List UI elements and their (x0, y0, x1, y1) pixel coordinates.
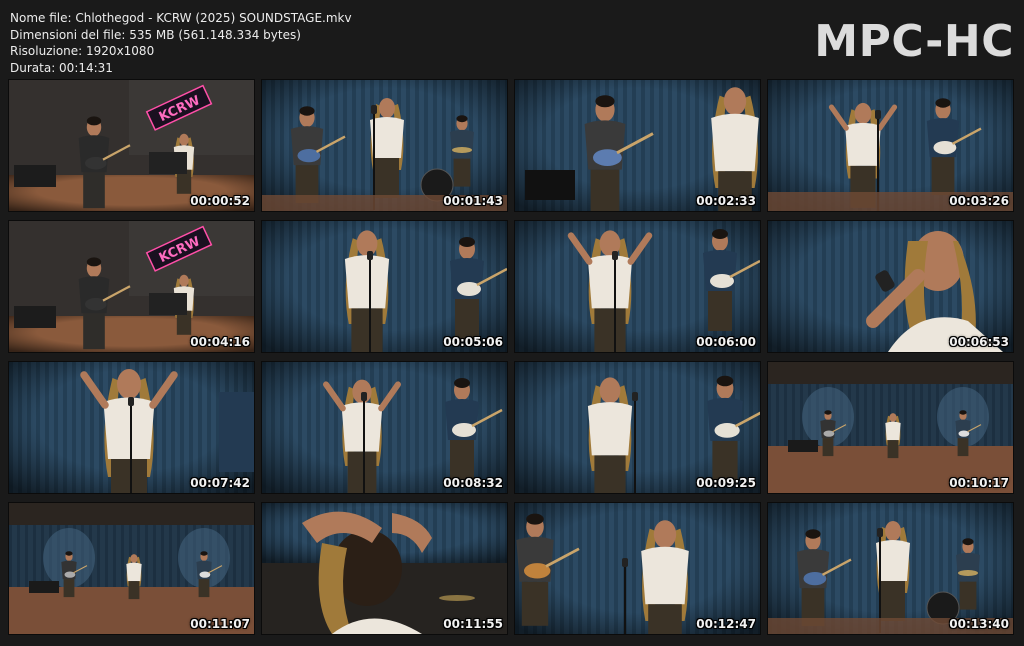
thumbnail-frame-image (262, 362, 507, 493)
thumbnail-frame-image (768, 221, 1013, 352)
video-thumbnail: 00:10:17 (768, 362, 1013, 493)
thumbnail-frame-image (9, 362, 254, 493)
thumbnail-timestamp: 00:02:33 (696, 194, 756, 208)
video-thumbnail: 00:08:32 (262, 362, 507, 493)
thumbnail-timestamp: 00:11:55 (443, 617, 503, 631)
thumbnail-timestamp: 00:05:06 (443, 335, 503, 349)
thumbnail-frame-image (262, 503, 507, 634)
video-thumbnail: 00:03:26 (768, 80, 1013, 211)
thumbnail-timestamp: 00:11:07 (190, 617, 250, 631)
video-thumbnail: 00:11:55 (262, 503, 507, 634)
thumbnail-frame-image (9, 503, 254, 634)
thumbnail-timestamp: 00:09:25 (696, 476, 756, 490)
file-info: Nome file: Chlothegod - KCRW (2025) SOUN… (10, 10, 352, 76)
thumbnail-timestamp: 00:13:40 (949, 617, 1009, 631)
video-thumbnail: KCRW 00:00:52 (9, 80, 254, 211)
thumbnail-frame-image (768, 80, 1013, 211)
thumbnail-frame-image (262, 80, 507, 211)
video-thumbnail: 00:05:06 (262, 221, 507, 352)
thumbnail-frame-image (515, 362, 760, 493)
thumbnail-frame-image (262, 221, 507, 352)
video-thumbnail: 00:06:00 (515, 221, 760, 352)
thumbnail-frame-image: KCRW (9, 221, 254, 352)
video-thumbnail: 00:12:47 (515, 503, 760, 634)
thumbnail-frame-image (515, 503, 760, 634)
video-thumbnail: 00:01:43 (262, 80, 507, 211)
thumbnail-timestamp: 00:07:42 (190, 476, 250, 490)
thumbnail-grid: KCRW 00:00:52 00:01:43 00:02:33 00:03:26 KCRW… (9, 80, 1015, 636)
thumbnail-timestamp: 00:00:52 (190, 194, 250, 208)
file-size: Dimensioni del file: 535 MB (561.148.334… (10, 27, 301, 42)
video-thumbnail: 00:07:42 (9, 362, 254, 493)
file-duration: Durata: 00:14:31 (10, 60, 113, 75)
thumbnail-timestamp: 00:01:43 (443, 194, 503, 208)
thumbnail-timestamp: 00:03:26 (949, 194, 1009, 208)
thumbnail-frame-image (515, 221, 760, 352)
thumbnail-timestamp: 00:04:16 (190, 335, 250, 349)
file-name: Nome file: Chlothegod - KCRW (2025) SOUN… (10, 11, 352, 25)
video-thumbnail: 00:02:33 (515, 80, 760, 211)
thumbnail-timestamp: 00:06:53 (949, 335, 1009, 349)
thumbnail-timestamp: 00:10:17 (949, 476, 1009, 490)
thumbnail-frame-image (768, 362, 1013, 493)
thumbnail-frame-image: KCRW (9, 80, 254, 211)
video-thumbnail: 00:13:40 (768, 503, 1013, 634)
thumbnail-frame-image (515, 80, 760, 211)
thumbnail-timestamp: 00:06:00 (696, 335, 756, 349)
video-thumbnail: 00:11:07 (9, 503, 254, 634)
thumbnail-timestamp: 00:08:32 (443, 476, 503, 490)
video-thumbnail: 00:06:53 (768, 221, 1013, 352)
video-thumbnail: 00:09:25 (515, 362, 760, 493)
thumbnail-timestamp: 00:12:47 (696, 617, 756, 631)
mpc-hc-logo: MPC-HC (814, 16, 1014, 67)
file-resolution: Risoluzione: 1920x1080 (10, 44, 155, 58)
thumbnail-frame-image (768, 503, 1013, 634)
video-thumbnail: KCRW 00:04:16 (9, 221, 254, 352)
